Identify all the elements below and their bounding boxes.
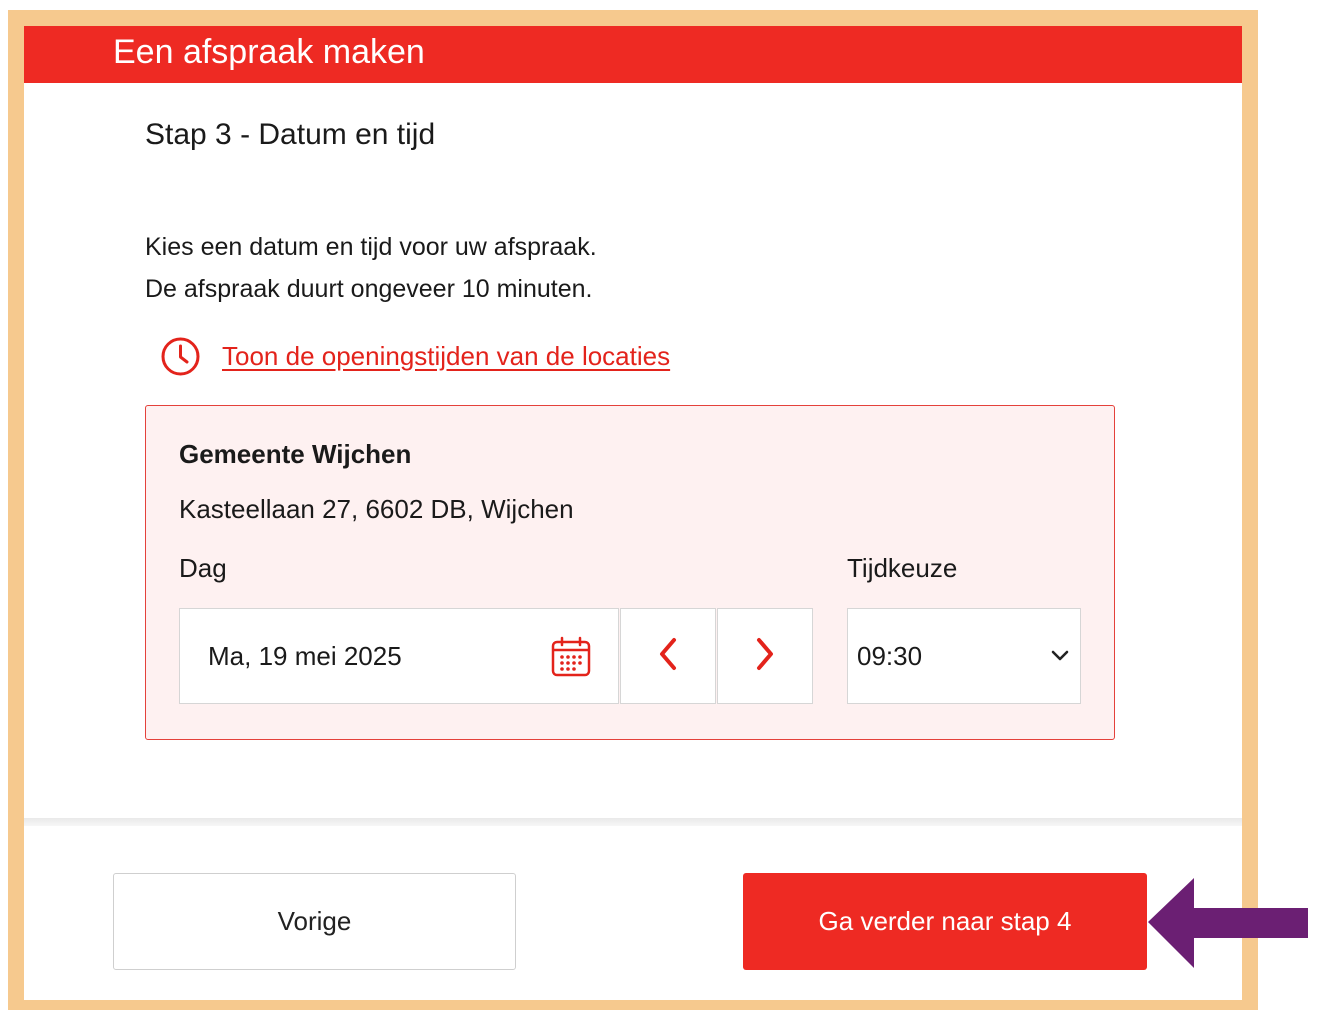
clock-icon bbox=[160, 336, 201, 377]
time-label: Tijdkeuze bbox=[847, 553, 958, 583]
opening-hours-link-text[interactable]: Toon de openingstijden van de locaties bbox=[222, 341, 670, 372]
time-value[interactable]: 09:30 bbox=[857, 641, 922, 672]
date-value[interactable]: Ma, 19 mei 2025 bbox=[208, 641, 402, 672]
location-address: Kasteellaan 27, 6602 DB, Wijchen bbox=[179, 494, 574, 524]
step-title: Stap 3 - Datum en tijd bbox=[145, 118, 436, 151]
next-day-button[interactable] bbox=[717, 608, 813, 704]
location-card: Gemeente Wijchen Kasteellaan 27, 6602 DB… bbox=[145, 405, 1115, 740]
arrow-left-icon bbox=[1146, 876, 1310, 977]
opening-hours-link[interactable]: Toon de openingstijden van de locaties bbox=[160, 336, 670, 376]
location-name: Gemeente Wijchen bbox=[179, 439, 412, 469]
day-label: Dag bbox=[179, 553, 227, 583]
continue-button[interactable]: Ga verder naar stap 4 bbox=[743, 873, 1147, 970]
page-title: Een afspraak maken bbox=[113, 33, 425, 71]
intro-line-1: Kies een datum en tijd voor uw afspraak. bbox=[145, 233, 597, 261]
footer-divider bbox=[24, 818, 1242, 826]
date-input[interactable]: Ma, 19 mei 2025 bbox=[179, 608, 619, 704]
intro-line-2: De afspraak duurt ongeveer 10 minuten. bbox=[145, 275, 593, 303]
page-header: Een afspraak maken bbox=[24, 26, 1242, 83]
chevron-left-icon bbox=[656, 636, 680, 677]
chevron-down-icon bbox=[1050, 649, 1070, 668]
chevron-right-icon bbox=[753, 636, 777, 677]
time-select[interactable]: 09:30 bbox=[847, 608, 1081, 704]
intro-text: Kies een datum en tijd voor uw afspraak.… bbox=[145, 226, 597, 310]
appointment-panel: Een afspraak maken Stap 3 - Datum en tij… bbox=[24, 26, 1242, 1000]
previous-button[interactable]: Vorige bbox=[113, 873, 516, 970]
calendar-icon[interactable] bbox=[550, 636, 592, 683]
previous-day-button[interactable] bbox=[620, 608, 716, 704]
